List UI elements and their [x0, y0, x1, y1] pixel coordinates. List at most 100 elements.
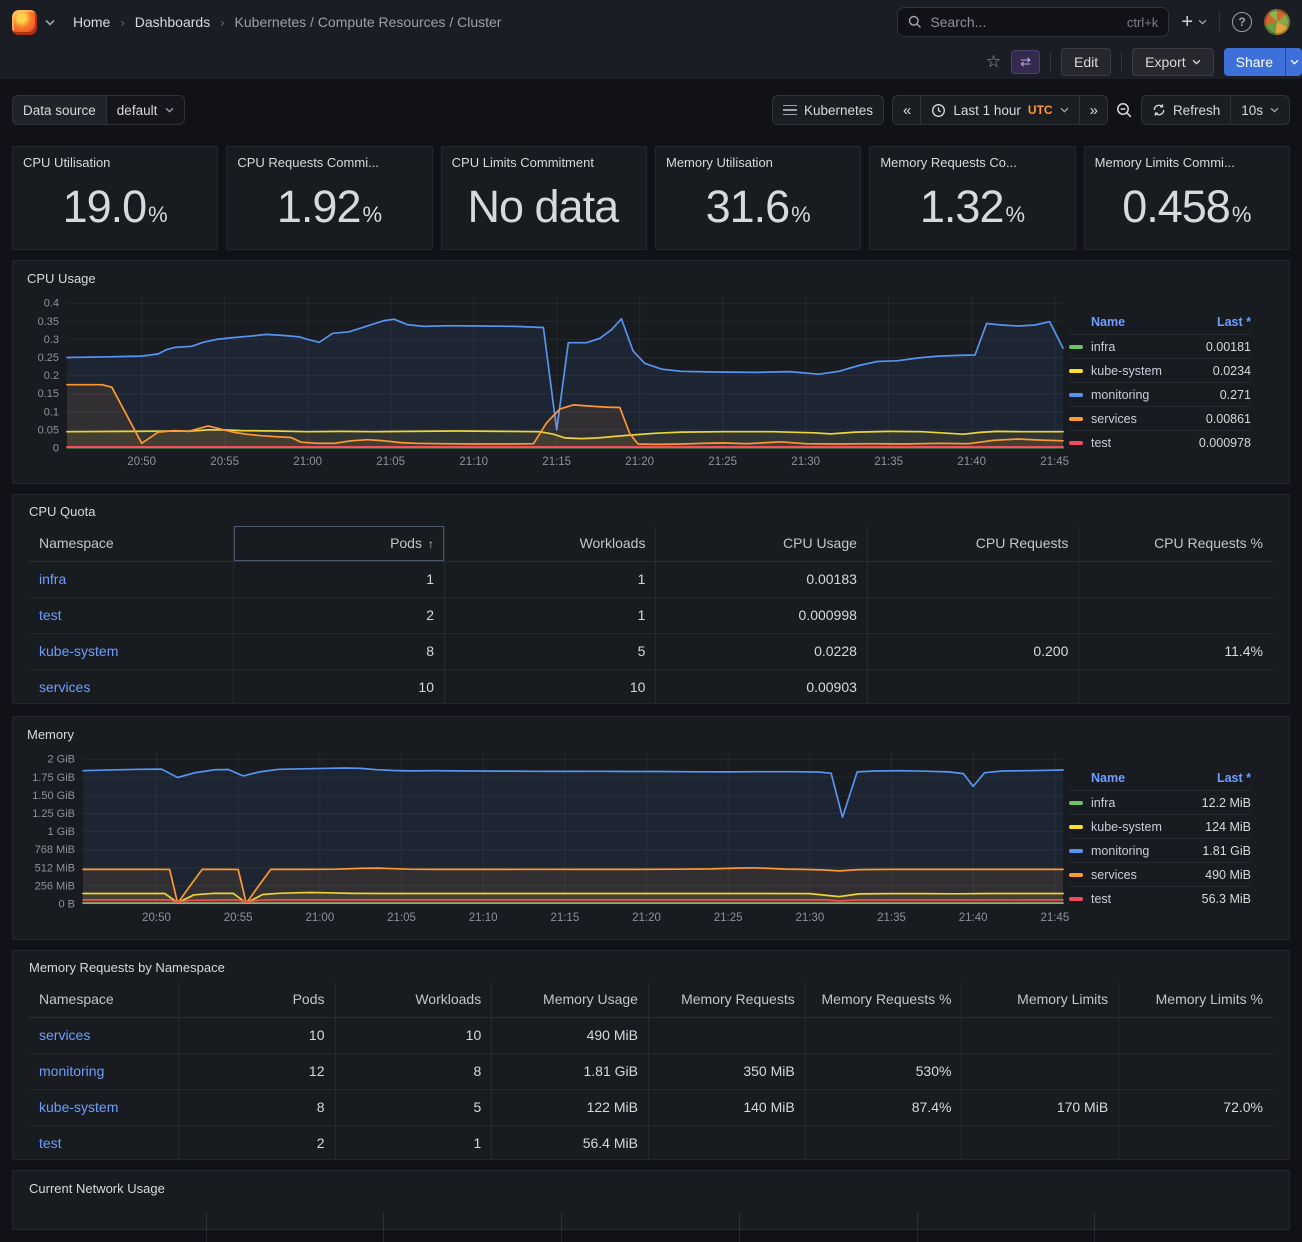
memory-requests-table: Namespace Pods Workloads Memory Usage Me…: [29, 982, 1273, 1160]
kubernetes-filter-button[interactable]: Kubernetes: [772, 95, 884, 125]
memory-chart[interactable]: 0 B256 MiB512 MiB768 MiB1 GiB1.25 GiB1.5…: [21, 742, 1069, 928]
panels-swap-button[interactable]: ⇄: [1011, 50, 1040, 74]
legend-last-header[interactable]: Last *: [1217, 315, 1251, 329]
column-header-pods[interactable]: Pods: [178, 982, 335, 1017]
legend-series-toggle[interactable]: infra: [1069, 340, 1206, 354]
namespace-link[interactable]: services: [39, 1027, 90, 1043]
svg-text:21:35: 21:35: [877, 912, 906, 924]
column-header-memory-requests-pct[interactable]: Memory Requests %: [805, 982, 962, 1017]
column-header-memory-usage[interactable]: Memory Usage: [492, 982, 649, 1017]
edit-button[interactable]: Edit: [1061, 48, 1111, 76]
column-header-cpu-usage[interactable]: CPU Usage: [656, 526, 867, 561]
column-header-memory-limits[interactable]: Memory Limits: [962, 982, 1119, 1017]
legend-series-toggle[interactable]: infra: [1069, 796, 1202, 810]
svg-text:1.75 GiB: 1.75 GiB: [32, 772, 75, 784]
legend-row: kube-system 0.0234: [1069, 358, 1251, 382]
column-header-namespace[interactable]: Namespace: [29, 526, 233, 561]
search-input[interactable]: [930, 14, 1119, 30]
table-header-row: Namespace Pods Workloads Memory Usage Me…: [29, 982, 1273, 1017]
stat-panels-row: CPU Utilisation 19.0% CPU Requests Commi…: [12, 146, 1290, 250]
table-row: services 10 10 0.00903: [29, 669, 1273, 704]
time-shift-forward-button[interactable]: »: [1079, 95, 1108, 125]
share-dropdown-button[interactable]: [1285, 48, 1302, 76]
column-header-workloads[interactable]: Workloads: [335, 982, 492, 1017]
table-cell: [1079, 561, 1273, 597]
stat-value: 1.32%: [870, 165, 1074, 249]
refresh-button[interactable]: Refresh: [1141, 95, 1231, 125]
time-range-picker[interactable]: Last 1 hour UTC: [920, 95, 1079, 125]
breadcrumb-home[interactable]: Home: [73, 14, 110, 30]
dashboard-toolbar: ☆ ⇄ Edit Export Share: [0, 44, 1302, 80]
memory-panel: Memory 0 B256 MiB512 MiB768 MiB1 GiB1.25…: [12, 716, 1290, 940]
table-cell: kube-system: [29, 633, 233, 669]
breadcrumb-current-dashboard: Kubernetes / Compute Resources / Cluster: [235, 14, 502, 30]
legend-series-toggle[interactable]: services: [1069, 868, 1205, 882]
panel-title[interactable]: Memory: [21, 725, 1281, 742]
refresh-interval-picker[interactable]: 10s: [1230, 95, 1290, 125]
namespace-link[interactable]: kube-system: [39, 1099, 118, 1115]
column-header-namespace[interactable]: Namespace: [29, 982, 178, 1017]
stat-value: No data: [442, 165, 646, 249]
legend-series-toggle[interactable]: kube-system: [1069, 364, 1213, 378]
search-box[interactable]: ctrl+k: [897, 7, 1169, 37]
namespace-link[interactable]: infra: [39, 571, 66, 587]
panel-title[interactable]: CPU Quota: [29, 504, 1273, 519]
table-cell: [962, 1053, 1119, 1089]
svg-text:21:40: 21:40: [959, 912, 988, 924]
column-header-memory-requests[interactable]: Memory Requests: [648, 982, 805, 1017]
panel-title[interactable]: Current Network Usage: [29, 1181, 1273, 1196]
table-cell: 490 MiB: [492, 1017, 649, 1053]
add-new-button[interactable]: +: [1181, 12, 1207, 32]
panel-title[interactable]: Memory Requests by Namespace: [29, 960, 1273, 975]
grafana-logo[interactable]: [12, 10, 37, 35]
legend-last-value: 1.81 GiB: [1202, 844, 1251, 858]
table-cell: 10: [444, 669, 655, 704]
legend-name-header[interactable]: Name: [1069, 315, 1217, 329]
legend-series-toggle[interactable]: monitoring: [1069, 388, 1220, 402]
namespace-link[interactable]: test: [39, 1135, 62, 1151]
table-cell: 5: [335, 1089, 492, 1125]
cpu-usage-chart[interactable]: 00.050.10.150.20.250.30.350.420:5020:552…: [21, 286, 1069, 472]
datasource-value[interactable]: default: [107, 95, 186, 125]
zoom-out-button[interactable]: [1116, 102, 1133, 119]
chevron-down-icon: [1192, 59, 1201, 65]
column-header-cpu-requests[interactable]: CPU Requests: [867, 526, 1078, 561]
chevron-down-icon[interactable]: [45, 19, 55, 26]
table-row: kube-system 8 5 0.0228 0.200 11.4%: [29, 633, 1273, 669]
panel-title[interactable]: CPU Usage: [21, 269, 1281, 286]
share-button[interactable]: Share: [1224, 48, 1285, 76]
legend-series-toggle[interactable]: test: [1069, 436, 1199, 450]
legend-series-toggle[interactable]: kube-system: [1069, 820, 1205, 834]
namespace-link[interactable]: kube-system: [39, 643, 118, 659]
table-cell: [805, 1125, 962, 1160]
svg-text:0 B: 0 B: [58, 899, 75, 911]
column-header-memory-limits-pct[interactable]: Memory Limits %: [1119, 982, 1273, 1017]
svg-text:21:30: 21:30: [795, 912, 824, 924]
favorite-star-button[interactable]: ☆: [986, 52, 1001, 72]
table-cell: [648, 1017, 805, 1053]
column-header-cpu-requests-pct[interactable]: CPU Requests %: [1079, 526, 1273, 561]
table-cell: [805, 1017, 962, 1053]
legend-name-header[interactable]: Name: [1069, 771, 1217, 785]
table-cell: 10: [335, 1017, 492, 1053]
table-cell: 72.0%: [1119, 1089, 1273, 1125]
namespace-link[interactable]: services: [39, 679, 90, 695]
column-header-workloads[interactable]: Workloads: [444, 526, 655, 561]
help-icon[interactable]: ?: [1232, 12, 1252, 32]
legend-series-toggle[interactable]: services: [1069, 412, 1206, 426]
datasource-picker[interactable]: Data source default: [12, 95, 185, 125]
export-button[interactable]: Export: [1132, 48, 1213, 76]
svg-text:0.1: 0.1: [44, 406, 59, 418]
time-shift-back-button[interactable]: «: [892, 95, 921, 125]
legend-series-toggle[interactable]: monitoring: [1069, 844, 1202, 858]
legend-series-toggle[interactable]: test: [1069, 892, 1202, 906]
namespace-link[interactable]: monitoring: [39, 1063, 104, 1079]
namespace-link[interactable]: test: [39, 607, 62, 623]
legend-last-value: 0.0234: [1213, 364, 1251, 378]
legend-last-header[interactable]: Last *: [1217, 771, 1251, 785]
svg-text:0: 0: [53, 443, 59, 455]
table-cell: [1119, 1125, 1273, 1160]
column-header-pods-sorted[interactable]: Pods↑: [233, 526, 444, 561]
user-avatar[interactable]: [1264, 9, 1290, 35]
breadcrumb-dashboards[interactable]: Dashboards: [135, 14, 211, 30]
